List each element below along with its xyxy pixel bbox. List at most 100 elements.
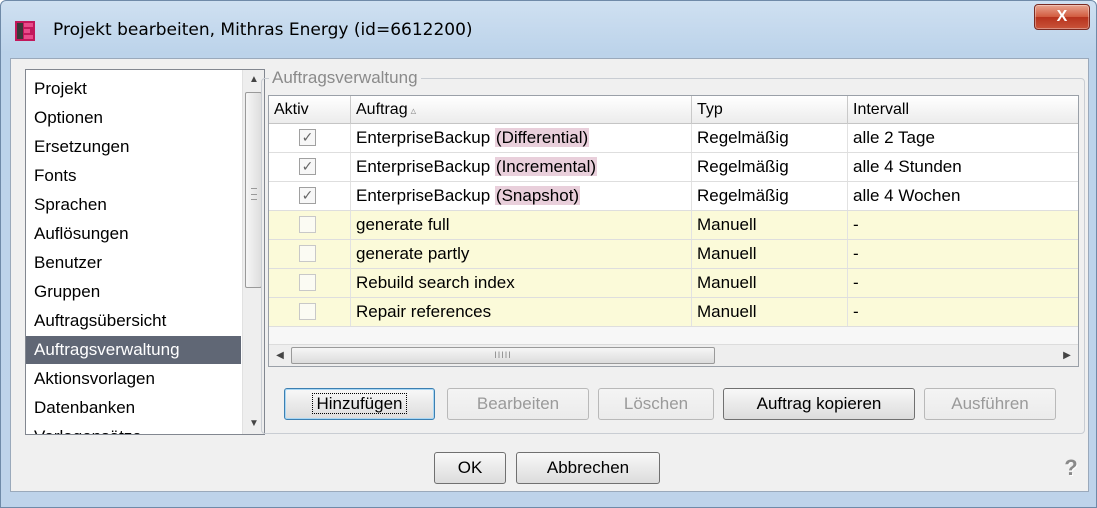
job-type: Regelmäßig — [692, 124, 848, 152]
job-variant: (Snapshot) — [494, 186, 581, 205]
active-cell[interactable] — [269, 269, 351, 297]
table-row[interactable]: ✓ EnterpriseBackup (Differential) Regelm… — [269, 124, 1078, 153]
active-checkbox[interactable] — [299, 245, 316, 262]
job-type: Manuell — [692, 240, 848, 268]
job-interval: - — [853, 215, 859, 234]
job-type: Manuell — [692, 211, 848, 239]
active-cell[interactable]: ✓ — [269, 153, 351, 181]
sort-ascending-icon: ▵ — [410, 105, 417, 117]
job-name: EnterpriseBackup — [356, 186, 491, 205]
sidebar-item-optionen[interactable]: Optionen — [26, 104, 241, 132]
check-icon: ✓ — [301, 187, 314, 203]
table-header: Aktiv Auftrag ▵ Typ Intervall — [269, 96, 1078, 124]
active-cell[interactable]: ✓ — [269, 124, 351, 152]
active-checkbox[interactable]: ✓ — [299, 187, 316, 204]
help-icon[interactable]: ? — [1060, 455, 1082, 481]
table-row[interactable]: generate full Manuell - — [269, 211, 1078, 240]
sidebar-item-aufloesungen[interactable]: Auflösungen — [26, 220, 241, 248]
job-name: Rebuild search index — [351, 269, 692, 297]
job-name: EnterpriseBackup — [356, 157, 491, 176]
job-name-cell: EnterpriseBackup (Differential) — [351, 124, 692, 152]
job-interval: - — [853, 273, 859, 292]
sidebar-item-aktionsvorlagen[interactable]: Aktionsvorlagen — [26, 365, 241, 393]
active-cell[interactable]: ✓ — [269, 182, 351, 210]
column-label: Aktiv — [274, 101, 309, 118]
edit-button[interactable]: Bearbeiten — [447, 388, 589, 420]
column-header-intervall[interactable]: Intervall — [848, 96, 1078, 124]
run-button-label: Ausführen — [951, 394, 1029, 413]
job-interval: - — [853, 302, 859, 321]
sidebar-item-fonts[interactable]: Fonts — [26, 162, 241, 190]
cancel-button-label: Abbrechen — [546, 458, 630, 477]
table-row[interactable]: ✓ EnterpriseBackup (Snapshot) Regelmäßig… — [269, 182, 1078, 211]
sidebar-item-projekt[interactable]: Projekt — [26, 75, 241, 103]
active-cell[interactable] — [269, 298, 351, 326]
active-checkbox[interactable] — [299, 216, 316, 233]
table-row[interactable]: Repair references Manuell - — [269, 298, 1078, 327]
table-scroll-thumb[interactable]: IIIII — [291, 347, 715, 364]
sidebar-item-sprachen[interactable]: Sprachen — [26, 191, 241, 219]
run-button[interactable]: Ausführen — [924, 388, 1056, 420]
grip-icon: IIIII — [494, 350, 512, 360]
job-name-cell: EnterpriseBackup (Incremental) — [351, 153, 692, 181]
check-icon: ✓ — [301, 158, 314, 174]
job-name: EnterpriseBackup — [356, 128, 491, 147]
job-type: Manuell — [692, 269, 848, 297]
sidebar-item-ersetzungen[interactable]: Ersetzungen — [26, 133, 241, 161]
active-checkbox[interactable]: ✓ — [299, 129, 316, 146]
job-name: Repair references — [351, 298, 692, 326]
job-type: Regelmäßig — [692, 182, 848, 210]
scroll-right-icon[interactable]: ▶ — [1057, 346, 1077, 366]
dialog-client-area: Projekt Optionen Ersetzungen Fonts Sprac… — [10, 58, 1089, 492]
copy-job-button-label: Auftrag kopieren — [756, 394, 882, 413]
close-button[interactable]: X — [1034, 4, 1090, 30]
table-horizontal-scrollbar[interactable]: ◀ IIIII ▶ — [269, 344, 1078, 366]
active-checkbox[interactable] — [299, 274, 316, 291]
delete-button[interactable]: Löschen — [598, 388, 714, 420]
table-row[interactable]: generate partly Manuell - — [269, 240, 1078, 269]
jobs-table[interactable]: Aktiv Auftrag ▵ Typ Intervall ✓ Enterpris… — [268, 95, 1079, 367]
column-label: Typ — [697, 101, 723, 118]
column-label: Intervall — [853, 101, 910, 118]
title-bar[interactable]: Projekt bearbeiten, Mithras Energy (id=6… — [1, 1, 1096, 57]
table-row[interactable]: ✓ EnterpriseBackup (Incremental) Regelmä… — [269, 153, 1078, 182]
job-variant: (Differential) — [494, 128, 590, 147]
sidebar-item-auftragsuebersicht[interactable]: Auftragsübersicht — [26, 307, 241, 335]
job-name-cell: EnterpriseBackup (Snapshot) — [351, 182, 692, 210]
ok-button-label: OK — [457, 458, 483, 477]
delete-button-label: Löschen — [623, 394, 689, 413]
sidebar-scroll-thumb[interactable] — [245, 92, 262, 288]
job-name: generate full — [351, 211, 692, 239]
settings-category-list[interactable]: Projekt Optionen Ersetzungen Fonts Sprac… — [25, 69, 265, 435]
copy-job-button[interactable]: Auftrag kopieren — [723, 388, 915, 420]
dialog-window: Projekt bearbeiten, Mithras Energy (id=6… — [0, 0, 1097, 508]
active-checkbox[interactable] — [299, 303, 316, 320]
sidebar-item-vorlagensaetze[interactable]: Vorlagensätze — [26, 423, 241, 434]
ok-button[interactable]: OK — [434, 452, 506, 484]
sidebar-item-benutzer[interactable]: Benutzer — [26, 249, 241, 277]
active-cell[interactable] — [269, 240, 351, 268]
job-interval: alle 4 Stunden — [853, 157, 962, 176]
add-button-label: Hinzufügen — [312, 393, 407, 414]
job-interval: alle 2 Tage — [853, 128, 935, 147]
grip-icon — [251, 188, 257, 200]
window-title: Projekt bearbeiten, Mithras Energy (id=6… — [53, 20, 473, 40]
edit-button-label: Bearbeiten — [476, 394, 560, 413]
sidebar-item-auftragsverwaltung[interactable]: Auftragsverwaltung — [26, 336, 241, 364]
active-checkbox[interactable]: ✓ — [299, 158, 316, 175]
job-type: Regelmäßig — [692, 153, 848, 181]
job-interval: alle 4 Wochen — [853, 186, 961, 205]
table-row[interactable]: Rebuild search index Manuell - — [269, 269, 1078, 298]
cancel-button[interactable]: Abbrechen — [516, 452, 660, 484]
column-label: Auftrag — [356, 101, 408, 118]
sidebar-item-gruppen[interactable]: Gruppen — [26, 278, 241, 306]
column-header-typ[interactable]: Typ — [692, 96, 848, 124]
sidebar-item-datenbanken[interactable]: Datenbanken — [26, 394, 241, 422]
job-type: Manuell — [692, 298, 848, 326]
add-button[interactable]: Hinzufügen — [284, 388, 435, 420]
scroll-left-icon[interactable]: ◀ — [270, 346, 290, 366]
column-header-aktiv[interactable]: Aktiv — [269, 96, 351, 124]
job-interval: - — [853, 244, 859, 263]
column-header-auftrag[interactable]: Auftrag ▵ — [351, 96, 692, 124]
active-cell[interactable] — [269, 211, 351, 239]
